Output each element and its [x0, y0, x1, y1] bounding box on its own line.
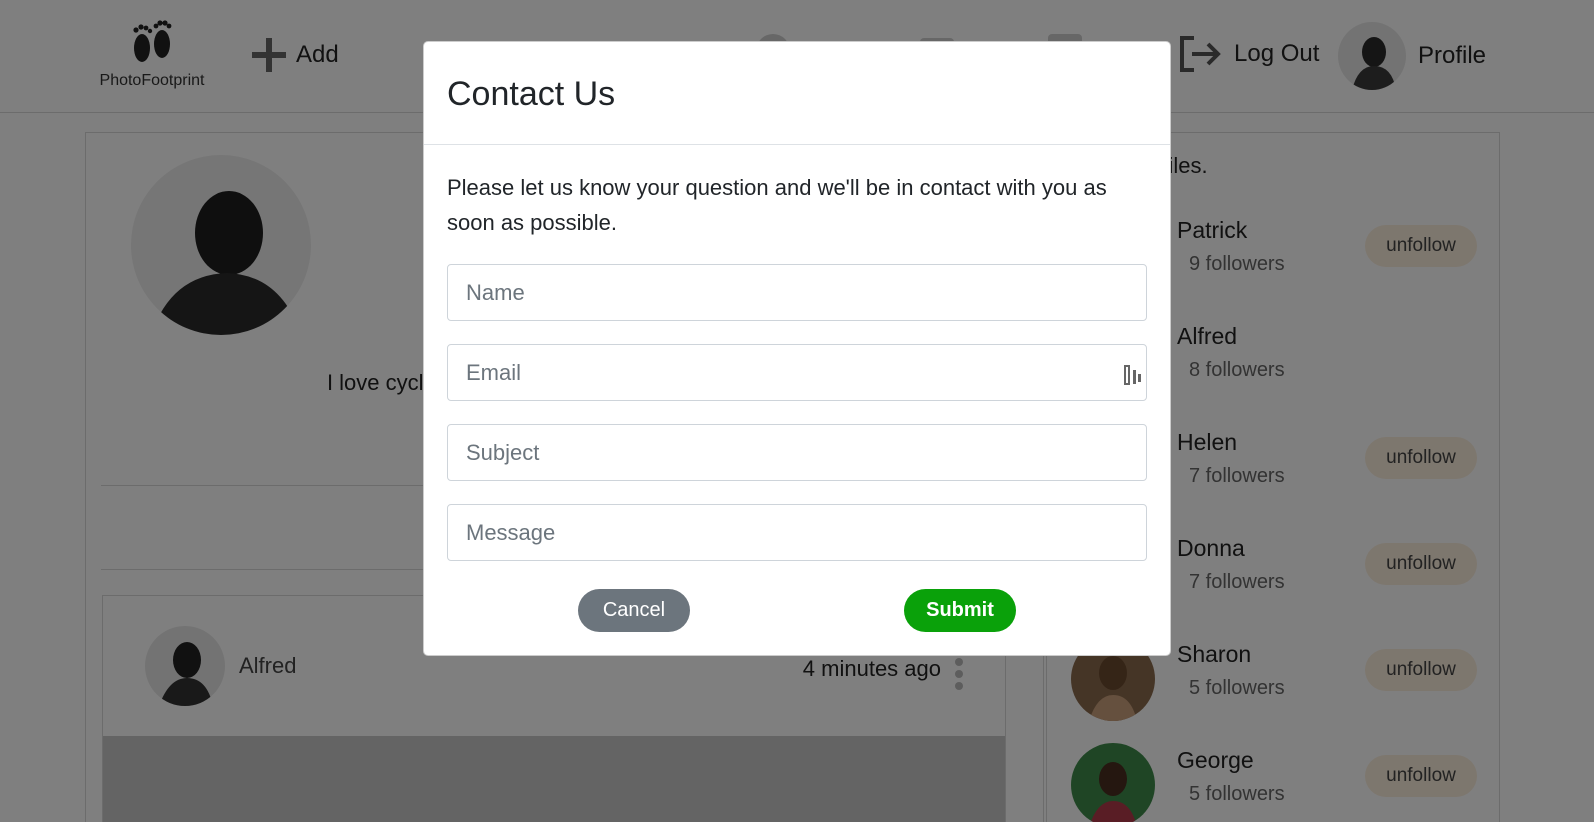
modal-header: Contact Us	[424, 42, 1170, 145]
subject-field[interactable]	[447, 424, 1147, 481]
cancel-button[interactable]: Cancel	[578, 589, 690, 632]
contact-modal: Contact Us Please let us know your quest…	[423, 41, 1171, 656]
modal-description: Please let us know your question and we'…	[447, 175, 1107, 235]
message-field[interactable]	[447, 504, 1147, 561]
submit-button[interactable]: Submit	[904, 589, 1016, 632]
password-manager-icon[interactable]	[1124, 364, 1142, 386]
name-field[interactable]	[447, 264, 1147, 321]
modal-title: Contact Us	[447, 75, 616, 113]
email-field[interactable]	[447, 344, 1147, 401]
